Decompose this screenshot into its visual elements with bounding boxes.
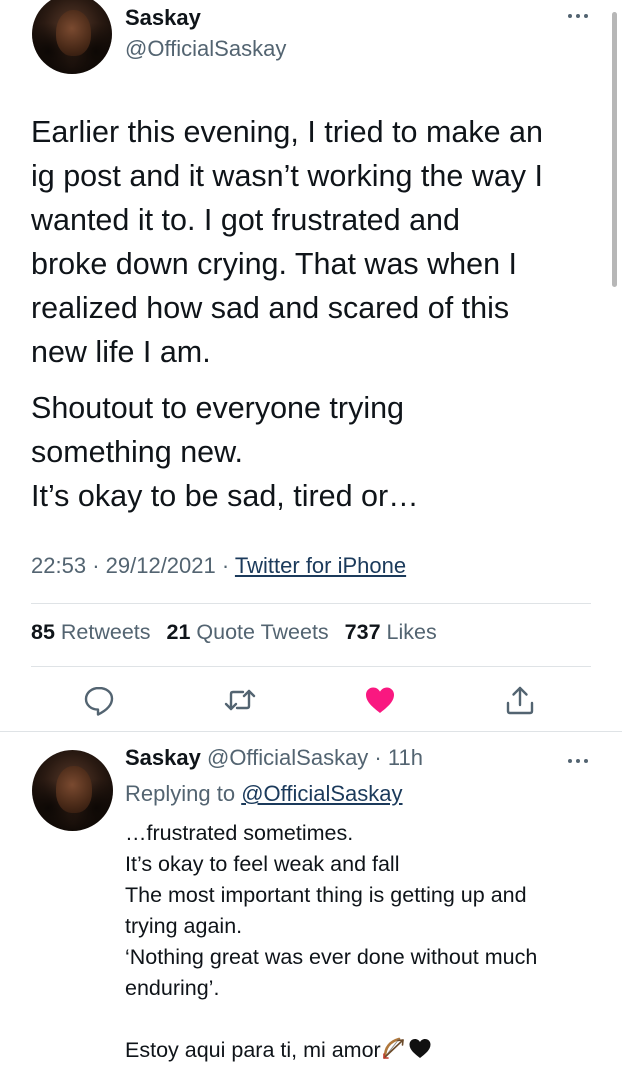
more-options-icon[interactable] [566, 12, 590, 20]
replying-to-line: Replying to @OfficialSaskay [125, 781, 403, 807]
reply-line: It’s okay to feel weak and fall [125, 852, 400, 876]
tweet-timestamp-line: 22:53 · 29/12/2021 · Twitter for iPhone [31, 553, 406, 579]
author-display-name[interactable]: Saskay [125, 5, 201, 31]
quotes-count: 21 [166, 620, 191, 644]
quotes-label: Quote Tweets [196, 620, 329, 644]
bow-and-arrow-icon [381, 1035, 407, 1061]
tweet-date[interactable]: 29/12/2021 [106, 553, 216, 578]
engagement-stats: 85 Retweets 21 Quote Tweets 737 Likes [31, 620, 447, 645]
divider [31, 666, 591, 667]
replying-to-label: Replying to [125, 781, 236, 806]
likes-count: 737 [344, 620, 381, 644]
likes-stat[interactable]: 737 Likes [345, 620, 437, 644]
retweet-arrows-icon [224, 689, 256, 711]
heart-filled-icon [366, 687, 394, 713]
share-button[interactable] [502, 682, 538, 718]
reply-author-display-name[interactable]: Saskay [125, 745, 201, 770]
reply-line: …frustrated sometimes. [125, 821, 354, 845]
tweet-source-link[interactable]: Twitter for iPhone [235, 553, 406, 578]
reply-line: trying again. [125, 914, 243, 938]
reply-closing-line: Estoy aqui para ti, mi amor [125, 1035, 605, 1066]
avatar[interactable] [32, 0, 112, 74]
likes-label: Likes [386, 620, 437, 644]
retweets-count: 85 [31, 620, 55, 644]
reply-line: ‘Nothing great was ever done without muc… [125, 945, 538, 969]
quote-tweets-stat[interactable]: 21 Quote Tweets [167, 620, 329, 644]
like-button[interactable] [362, 682, 398, 718]
retweets-stat[interactable]: 85 Retweets [31, 620, 151, 644]
tweet-paragraph-2: Shoutout to everyone trying something ne… [31, 391, 419, 513]
retweet-button[interactable] [222, 682, 258, 718]
share-upload-icon [506, 686, 534, 715]
reply-button[interactable] [81, 682, 117, 718]
reply-line: enduring’. [125, 976, 220, 1000]
reply-author-handle-time[interactable]: @OfficialSaskay · 11h [207, 745, 423, 770]
tweet-time[interactable]: 22:53 [31, 553, 86, 578]
scrollbar[interactable] [612, 12, 617, 287]
author-handle[interactable]: @OfficialSaskay [125, 36, 286, 62]
divider [31, 603, 591, 604]
reply-line: The most important thing is getting up a… [125, 883, 527, 907]
reply-text: …frustrated sometimes. It’s okay to feel… [125, 818, 605, 1066]
tweet-text: Earlier this evening, I tried to make an… [31, 110, 606, 518]
separator-dot: · [92, 553, 100, 578]
reply-closing-text: Estoy aqui para ti, mi amor [125, 1038, 381, 1062]
retweets-label: Retweets [60, 620, 151, 644]
black-heart-icon [407, 1035, 433, 1061]
separator-dot: · [221, 553, 230, 578]
replying-to-mention-link[interactable]: @OfficialSaskay [241, 781, 402, 806]
thread-divider [0, 731, 622, 732]
more-options-icon[interactable] [566, 757, 590, 765]
tweet-paragraph-1: Earlier this evening, I tried to make an… [31, 115, 543, 369]
reply-header: Saskay @OfficialSaskay · 11h [125, 745, 423, 771]
speech-bubble-icon [84, 686, 114, 716]
avatar[interactable] [32, 750, 113, 831]
